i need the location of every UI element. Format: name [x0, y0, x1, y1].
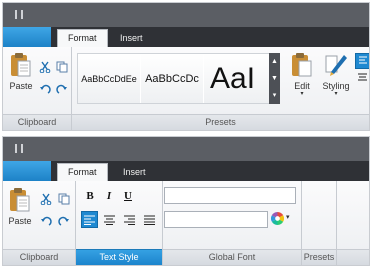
cut-icon [40, 193, 52, 205]
align-center-icon [104, 215, 115, 225]
redo-button[interactable] [54, 82, 70, 98]
copy-icon [58, 193, 70, 205]
clipboard-group-label: Clipboard [3, 114, 71, 130]
preset-item[interactable]: AaI [204, 54, 274, 103]
ribbon-bottom: Format Insert Paste Clipboard B I U Text… [2, 136, 370, 266]
paste-icon [11, 53, 31, 77]
bold-button[interactable]: B [82, 188, 98, 204]
presets-gallery: AaBbCcDdEe AaBbCcDc AaI [77, 53, 275, 104]
clipboard-group: Paste Clipboard [3, 181, 76, 265]
clipboard-group-label: Clipboard [3, 249, 75, 265]
presets-group[interactable]: Presets [302, 181, 337, 265]
copy-button[interactable] [54, 59, 70, 75]
ribbon-top: Format Insert Paste Clipboard AaBbCcDdEe… [2, 2, 370, 131]
tab-format[interactable]: Format [57, 29, 108, 48]
align-center-icon[interactable] [356, 71, 369, 85]
title-bar [3, 3, 369, 27]
undo-icon [40, 84, 51, 94]
paste-icon [10, 188, 30, 212]
empty-group-label [337, 249, 369, 265]
underline-button[interactable]: U [120, 188, 136, 204]
undo-button[interactable] [38, 214, 54, 230]
gallery-more-icon[interactable]: ▾ [269, 87, 280, 104]
font-family-input[interactable] [164, 187, 296, 204]
text-style-group: B I U Text Style [76, 181, 163, 265]
global-font-group-label: Global Font [163, 249, 301, 265]
global-font-group: ▾ Global Font [163, 181, 302, 265]
align-left-icon[interactable] [355, 53, 369, 69]
styling-button[interactable]: Styling ▾ [318, 52, 354, 97]
align-right-icon [124, 215, 135, 225]
presets-group: AaBbCcDdEe AaBbCcDc AaI ▲ ▼ ▾ Edit ▾ Sty… [72, 47, 369, 130]
ribbon-body: Paste [3, 181, 369, 265]
tab-insert[interactable]: Insert [113, 164, 156, 181]
title-bar [3, 137, 369, 161]
font-color-button[interactable]: ▾ [271, 212, 293, 226]
styling-label: Styling [322, 81, 350, 91]
styling-dropdown-icon: ▾ [334, 91, 338, 97]
redo-icon [58, 216, 69, 226]
edit-button[interactable]: Edit ▾ [286, 52, 318, 97]
tab-strip: Format Insert [3, 161, 369, 182]
clipboard-group: Paste Clipboard [3, 47, 72, 130]
application-menu-button[interactable] [3, 161, 51, 181]
paste-label: Paste [9, 81, 33, 91]
font-size-input[interactable] [164, 211, 268, 228]
text-style-group-label: Text Style [76, 249, 162, 265]
align-left-icon [84, 215, 95, 225]
paste-button[interactable]: Paste [4, 187, 36, 226]
edit-dropdown-icon: ▾ [300, 91, 304, 97]
application-menu-button[interactable] [3, 27, 51, 47]
color-wheel-icon [271, 212, 284, 225]
gallery-down-icon[interactable]: ▼ [269, 70, 280, 87]
ribbon-body: Paste [3, 47, 369, 130]
tab-format[interactable]: Format [57, 163, 108, 182]
tab-strip: Format Insert [3, 27, 369, 48]
edit-label: Edit [294, 81, 310, 91]
edit-icon [292, 53, 312, 77]
copy-icon [56, 61, 68, 73]
cut-button[interactable] [38, 191, 54, 207]
preset-item[interactable]: AaBbCcDc [141, 54, 203, 103]
color-dropdown-icon: ▾ [286, 214, 290, 221]
cut-button[interactable] [37, 59, 53, 75]
styling-icon [325, 55, 347, 76]
presets-group-label: Presets [72, 114, 369, 130]
paste-button[interactable]: Paste [5, 52, 37, 91]
italic-button[interactable]: I [101, 188, 117, 204]
quick-access-grip-icon[interactable] [12, 144, 34, 153]
undo-icon [41, 216, 52, 226]
gallery-scroll[interactable]: ▲ ▼ ▾ [269, 53, 280, 104]
align-center-button[interactable] [101, 211, 118, 228]
paste-label: Paste [8, 216, 32, 226]
gallery-up-icon[interactable]: ▲ [269, 53, 280, 70]
presets-group-label: Presets [302, 249, 336, 265]
align-justify-icon [144, 215, 155, 225]
copy-button[interactable] [56, 191, 72, 207]
redo-button[interactable] [56, 214, 72, 230]
ribbon-overflow-area [337, 181, 369, 265]
undo-button[interactable] [37, 82, 53, 98]
redo-icon [56, 84, 67, 94]
align-right-button[interactable] [121, 211, 138, 228]
preset-item[interactable]: AaBbCcDdEe [78, 54, 140, 103]
tab-insert[interactable]: Insert [110, 30, 153, 47]
quick-access-grip-icon[interactable] [12, 10, 34, 19]
align-justify-button[interactable] [141, 211, 158, 228]
cut-icon [39, 61, 51, 73]
align-left-button[interactable] [81, 211, 98, 228]
